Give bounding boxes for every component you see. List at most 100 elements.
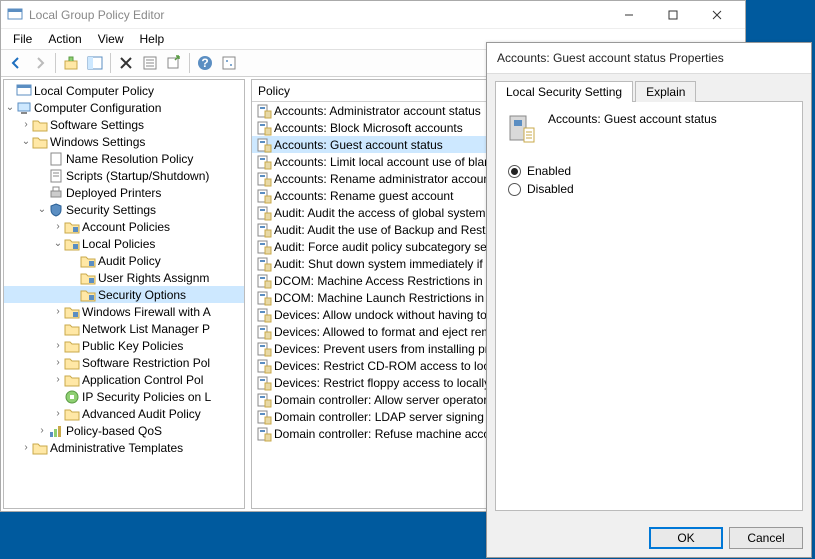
properties-button[interactable] xyxy=(139,52,161,74)
tree-item[interactable]: › Application Control Pol xyxy=(4,371,244,388)
expander-icon[interactable]: › xyxy=(20,119,32,130)
tree-item[interactable]: › Policy-based QoS xyxy=(4,422,244,439)
tree-item[interactable]: Security Options xyxy=(4,286,244,303)
list-item-label: Devices: Restrict CD-ROM access to local… xyxy=(274,359,501,373)
tree-item-label: IP Security Policies on L xyxy=(82,390,211,404)
ok-button[interactable]: OK xyxy=(649,527,723,549)
list-item-label: DCOM: Machine Access Restrictions in Se xyxy=(274,274,501,288)
policy-icon xyxy=(256,375,272,391)
list-item-label: Audit: Audit the access of global system… xyxy=(274,206,495,220)
close-button[interactable] xyxy=(695,1,739,29)
tab-body: Accounts: Guest account status Enabled D… xyxy=(495,102,803,511)
list-item-label: Domain controller: Allow server operator… xyxy=(274,393,493,407)
tree-item[interactable]: ›Public Key Policies xyxy=(4,337,244,354)
menu-help[interactable]: Help xyxy=(132,30,173,48)
expander-icon[interactable]: ⌄ xyxy=(52,238,64,249)
policy-icon xyxy=(256,137,272,153)
folder-icon xyxy=(64,372,80,388)
list-item-label: DCOM: Machine Launch Restrictions in S xyxy=(274,291,495,305)
tree-item[interactable]: ⌄Windows Settings xyxy=(4,133,244,150)
tree-item-label: Security Settings xyxy=(66,203,156,217)
expander-icon[interactable]: › xyxy=(52,306,64,317)
up-button[interactable] xyxy=(60,52,82,74)
list-item-label: Audit: Shut down system immediately if u xyxy=(274,257,493,271)
back-button[interactable] xyxy=(5,52,27,74)
policy-icon xyxy=(256,392,272,408)
tree-item[interactable]: ⌄ Computer Configuration xyxy=(4,99,244,116)
export-button[interactable] xyxy=(163,52,185,74)
tree-item-label: Computer Configuration xyxy=(34,101,161,115)
minimize-button[interactable] xyxy=(607,1,651,29)
expander-icon[interactable]: ⌄ xyxy=(4,102,16,113)
tree-item[interactable]: Deployed Printers xyxy=(4,184,244,201)
app-icon xyxy=(7,7,23,23)
tree-item[interactable]: ⌄ Security Settings xyxy=(4,201,244,218)
policy-icon xyxy=(256,154,272,170)
computer-icon xyxy=(16,100,32,116)
filter-button[interactable] xyxy=(218,52,240,74)
radio-disabled[interactable]: Disabled xyxy=(508,182,792,196)
maximize-button[interactable] xyxy=(651,1,695,29)
expander-icon[interactable]: › xyxy=(36,425,48,436)
cancel-button[interactable]: Cancel xyxy=(729,527,803,549)
tree-item[interactable]: User Rights Assignm xyxy=(4,269,244,286)
list-item-label: Accounts: Rename guest account xyxy=(274,189,453,203)
menu-file[interactable]: File xyxy=(5,30,40,48)
policy-icon xyxy=(256,188,272,204)
tree-item-label: Name Resolution Policy xyxy=(66,152,193,166)
expander-icon[interactable]: ⌄ xyxy=(36,204,48,215)
tree-item[interactable]: Local Computer Policy xyxy=(4,82,244,99)
tree-item[interactable]: › Account Policies xyxy=(4,218,244,235)
help-button[interactable]: ? xyxy=(194,52,216,74)
tree-item-label: Policy-based QoS xyxy=(66,424,162,438)
tree-item[interactable]: ⌄Local Policies xyxy=(4,235,244,252)
show-hide-tree-button[interactable] xyxy=(84,52,106,74)
tree-item[interactable]: ›Administrative Templates xyxy=(4,439,244,456)
menu-view[interactable]: View xyxy=(90,30,132,48)
policy-icon xyxy=(256,171,272,187)
tree-item-label: Windows Firewall with A xyxy=(82,305,211,319)
tree-item[interactable]: ›Advanced Audit Policy xyxy=(4,405,244,422)
policy-icon xyxy=(506,112,538,144)
list-item-label: Accounts: Guest account status xyxy=(274,138,443,152)
tree-item-label: Application Control Pol xyxy=(82,373,203,387)
column-policy[interactable]: Policy xyxy=(258,84,497,98)
expander-icon[interactable]: › xyxy=(52,408,64,419)
folder-icon xyxy=(32,117,48,133)
expander-icon[interactable]: › xyxy=(52,340,64,351)
tree-item[interactable]: ›Software Restriction Pol xyxy=(4,354,244,371)
folder-icon xyxy=(64,321,80,337)
tree-item[interactable]: Audit Policy xyxy=(4,252,244,269)
list-item-label: Domain controller: LDAP server signing r… xyxy=(274,410,498,424)
tree-pane[interactable]: Local Computer Policy ⌄ Computer Configura… xyxy=(3,79,245,509)
list-item-label: Accounts: Block Microsoft accounts xyxy=(274,121,463,135)
expander-icon[interactable]: › xyxy=(52,357,64,368)
delete-button[interactable] xyxy=(115,52,137,74)
dialog-tabs: Local Security Setting Explain xyxy=(495,80,803,102)
menu-action[interactable]: Action xyxy=(40,30,89,48)
folder-sec-icon xyxy=(80,270,96,286)
expander-icon[interactable]: › xyxy=(52,374,64,385)
expander-icon[interactable]: › xyxy=(20,442,32,453)
folder-icon xyxy=(64,406,80,422)
policy-icon xyxy=(256,341,272,357)
list-item-label: Audit: Force audit policy subcategory se… xyxy=(274,240,493,254)
tree-item-label: Account Policies xyxy=(82,220,170,234)
printer-icon xyxy=(48,185,64,201)
radio-enabled-label: Enabled xyxy=(527,164,571,178)
expander-icon[interactable]: › xyxy=(52,221,64,232)
console-icon xyxy=(16,83,32,99)
tree-item[interactable]: Scripts (Startup/Shutdown) xyxy=(4,167,244,184)
tree-item[interactable]: ›Software Settings xyxy=(4,116,244,133)
tree-item[interactable]: Network List Manager P xyxy=(4,320,244,337)
tab-explain[interactable]: Explain xyxy=(635,81,696,102)
tree-item[interactable]: › Windows Firewall with A xyxy=(4,303,244,320)
tree-item[interactable]: IP Security Policies on L xyxy=(4,388,244,405)
radio-enabled[interactable]: Enabled xyxy=(508,164,792,178)
properties-dialog: Accounts: Guest account status Propertie… xyxy=(486,42,812,558)
tree-item[interactable]: Name Resolution Policy xyxy=(4,150,244,167)
tab-local-security-setting[interactable]: Local Security Setting xyxy=(495,81,633,102)
expander-icon[interactable]: ⌄ xyxy=(20,136,32,147)
policy-icon xyxy=(256,256,272,272)
forward-button[interactable] xyxy=(29,52,51,74)
